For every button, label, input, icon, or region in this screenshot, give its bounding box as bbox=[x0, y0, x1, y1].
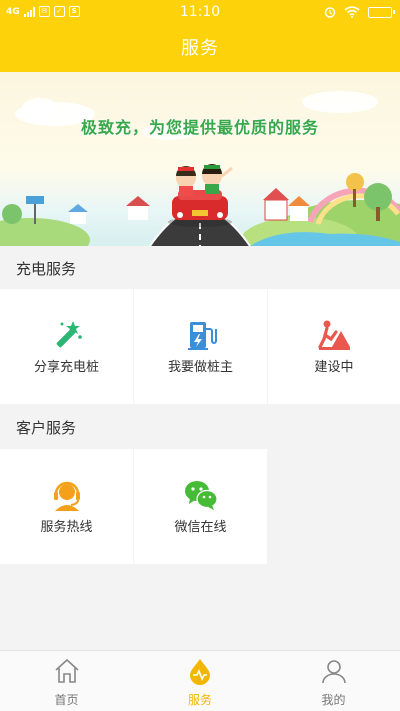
wechat-online-label: 微信在线 bbox=[174, 520, 227, 535]
headset-icon bbox=[53, 481, 80, 511]
status-right bbox=[324, 6, 395, 18]
become-owner-item[interactable]: 我要做桩主 bbox=[134, 289, 267, 404]
tab-service-label: 服务 bbox=[187, 693, 212, 707]
promo-banner[interactable]: 极致充，为您提供最优质的服务 bbox=[0, 72, 400, 246]
wechat-icon bbox=[184, 481, 218, 510]
status-bar: 4G ✉ ✓ S 11:10 bbox=[0, 0, 400, 26]
wechat-online-item[interactable]: 微信在线 bbox=[134, 449, 267, 564]
banner-slogan: 极致充，为您提供最优质的服务 bbox=[80, 118, 319, 137]
home-icon bbox=[54, 658, 79, 683]
customer-grid: 服务热线 微信在线 bbox=[0, 449, 400, 564]
hotline-item[interactable]: 服务热线 bbox=[0, 449, 133, 564]
customer-section-title: 客户服务 bbox=[16, 419, 77, 437]
tab-service[interactable]: 服务 bbox=[133, 651, 267, 711]
tab-mine-label: 我的 bbox=[321, 693, 346, 707]
alarm-icon bbox=[324, 7, 336, 18]
bottom-tab-bar: 首页 服务 我的 bbox=[0, 650, 400, 711]
page-title: 服务 bbox=[181, 38, 219, 59]
tab-home-label: 首页 bbox=[54, 693, 79, 707]
charging-section-title: 充电服务 bbox=[16, 260, 77, 278]
charging-station-icon bbox=[187, 322, 217, 350]
user-icon bbox=[321, 660, 346, 684]
top-bar: 4G ✉ ✓ S 11:10 服务 bbox=[0, 0, 400, 72]
hotline-label: 服务热线 bbox=[40, 520, 93, 535]
tab-home[interactable]: 首页 bbox=[0, 651, 133, 711]
construction-icon bbox=[318, 320, 350, 350]
magic-wand-icon bbox=[56, 321, 82, 348]
service-icon bbox=[190, 659, 210, 685]
tab-mine[interactable]: 我的 bbox=[267, 651, 400, 711]
banner-illustration bbox=[0, 91, 400, 246]
share-charger-label: 分享充电桩 bbox=[33, 360, 99, 375]
app-screen: 4G ✉ ✓ S 11:10 服务 极致充，为您提供最优质的服务 充电服务 分享… bbox=[0, 0, 400, 711]
wifi-icon bbox=[344, 6, 360, 18]
battery-icon bbox=[368, 6, 395, 18]
under-construction-item[interactable]: 建设中 bbox=[268, 289, 400, 404]
become-owner-label: 我要做桩主 bbox=[167, 360, 233, 375]
under-construction-label: 建设中 bbox=[314, 360, 354, 375]
charging-grid: 分享充电桩 我要做桩主 建设中 bbox=[0, 289, 400, 404]
share-charger-item[interactable]: 分享充电桩 bbox=[0, 289, 133, 404]
